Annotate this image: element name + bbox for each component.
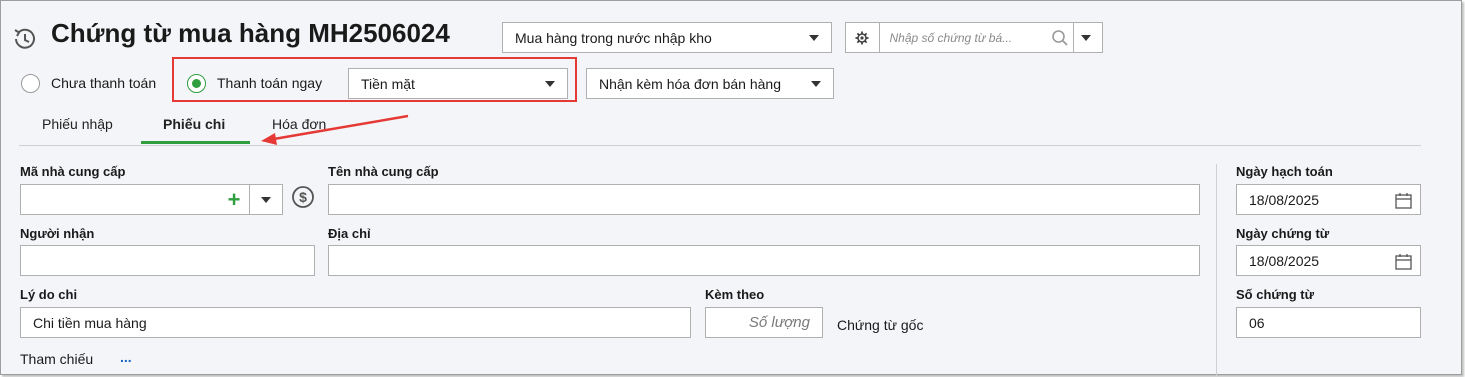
search-input[interactable] (879, 23, 1047, 52)
voucher-type-value: Mua hàng trong nước nhập kho (515, 29, 712, 46)
supplier-name-field[interactable] (328, 184, 1200, 215)
voucher-date-value: 18/08/2025 (1249, 252, 1320, 269)
chevron-down-icon (1081, 34, 1091, 41)
gear-icon (855, 31, 869, 44)
reference-link[interactable]: ... (120, 349, 132, 365)
reason-field[interactable]: Chi tiền mua hàng (20, 307, 691, 338)
voucher-date-field[interactable]: 18/08/2025 (1236, 245, 1421, 276)
payment-method-value: Tiền mặt (361, 75, 415, 92)
receiver-label: Người nhận (20, 226, 95, 241)
reference-label: Tham chiếu (20, 351, 94, 367)
attach-suffix: Chứng từ gốc (837, 317, 924, 333)
chevron-down-icon (545, 80, 555, 87)
currency-icon[interactable]: $ (291, 185, 315, 214)
search-button[interactable] (1047, 23, 1073, 52)
payment-method-select[interactable]: Tiền mặt (348, 68, 568, 99)
chevron-down-icon (811, 80, 821, 87)
search-icon (1051, 29, 1068, 46)
address-label: Địa chỉ (328, 226, 371, 241)
supplier-code-field[interactable]: + (20, 184, 283, 215)
calendar-icon[interactable] (1395, 253, 1412, 270)
tab-phieu-nhap[interactable]: Phiếu nhập (42, 116, 113, 132)
attach-quantity-field[interactable]: Số lượng (705, 307, 823, 338)
voucher-no-label: Số chứng từ (1236, 287, 1315, 302)
pay-now-radio[interactable] (187, 74, 206, 93)
invoice-option-select[interactable]: Nhận kèm hóa đơn bán hàng (586, 68, 834, 99)
unpaid-radio-label: Chưa thanh toán (51, 75, 157, 91)
posting-date-label: Ngày hạch toán (1236, 164, 1333, 179)
supplier-code-label: Mã nhà cung cấp (20, 164, 126, 179)
tab-phieu-chi[interactable]: Phiếu chi (163, 116, 225, 132)
supplier-dropdown-button[interactable] (249, 185, 282, 214)
attach-label: Kèm theo (705, 287, 765, 302)
reason-label: Lý do chi (20, 287, 78, 302)
column-divider (1216, 164, 1217, 376)
add-supplier-icon[interactable]: + (219, 185, 249, 214)
voucher-type-select[interactable]: Mua hàng trong nước nhập kho (502, 22, 832, 53)
unpaid-radio[interactable] (21, 74, 40, 93)
posting-date-value: 18/08/2025 (1249, 191, 1320, 208)
receiver-field[interactable] (20, 245, 315, 276)
active-tab-indicator (141, 141, 250, 144)
search-dropdown-button[interactable] (1072, 23, 1102, 52)
voucher-no-field[interactable]: 06 (1236, 307, 1421, 338)
svg-text:$: $ (299, 189, 307, 205)
pay-now-radio-label: Thanh toán ngay (217, 75, 323, 91)
voucher-window: Chứng từ mua hàng MH2506024 Mua hàng tro… (0, 0, 1462, 376)
posting-date-field[interactable]: 18/08/2025 (1236, 184, 1421, 215)
calendar-icon[interactable] (1395, 192, 1412, 209)
page-title: Chứng từ mua hàng MH2506024 (51, 18, 450, 48)
search-settings-button[interactable] (846, 23, 880, 52)
annotation-arrow (261, 114, 409, 145)
chevron-down-icon (809, 34, 819, 41)
supplier-name-label: Tên nhà cung cấp (328, 164, 439, 179)
history-icon[interactable] (11, 25, 39, 53)
invoice-option-value: Nhận kèm hóa đơn bán hàng (599, 75, 781, 92)
search-group (845, 22, 1103, 53)
voucher-date-label: Ngày chứng từ (1236, 226, 1330, 241)
address-field[interactable] (328, 245, 1200, 276)
tab-divider (19, 145, 1421, 146)
chevron-down-icon (261, 196, 271, 203)
